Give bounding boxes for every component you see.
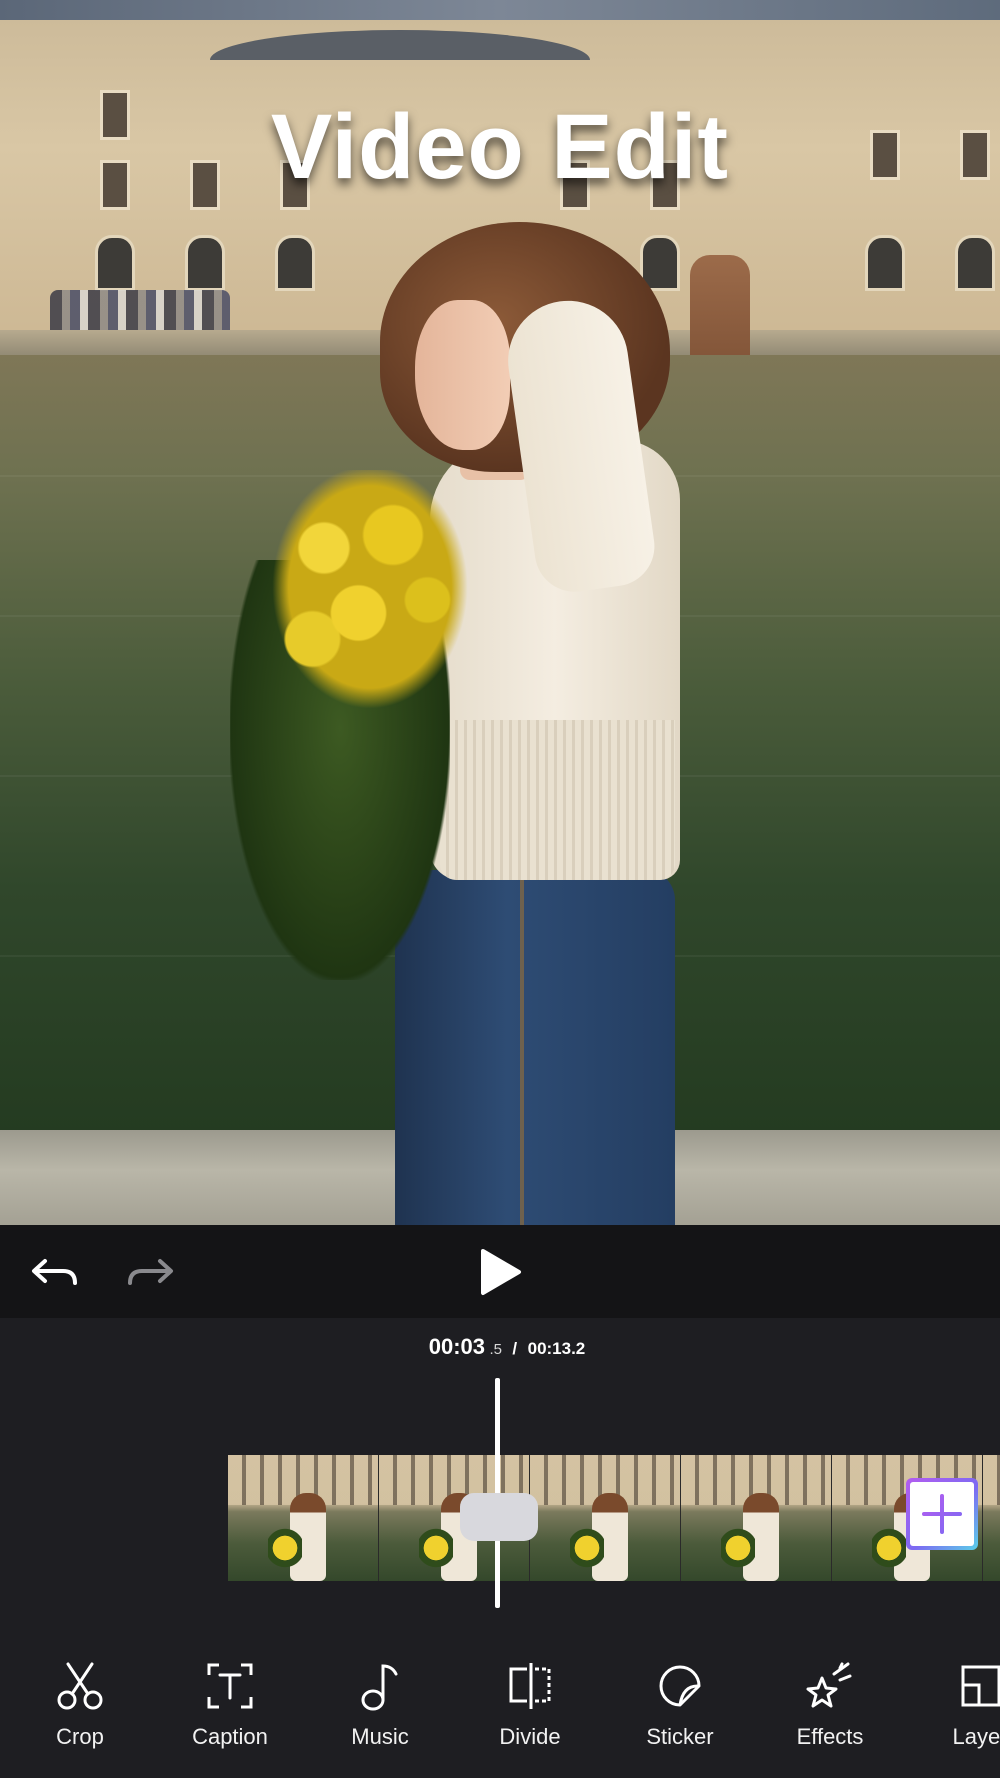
clip-frame: [983, 1455, 1000, 1581]
playhead-handle[interactable]: [460, 1493, 538, 1541]
tool-crop[interactable]: Crop: [15, 1658, 145, 1750]
undo-button[interactable]: [25, 1243, 85, 1303]
timecode: 00:03 .5 / 00:13.2: [0, 1334, 1000, 1360]
tool-effects-label: Effects: [796, 1724, 864, 1749]
plus-icon: [922, 1494, 962, 1534]
playback-controls: [0, 1225, 1000, 1318]
current-time-fraction: .5: [489, 1341, 502, 1358]
total-time: 00:13.2: [527, 1339, 586, 1358]
tool-music-label: Music: [351, 1724, 409, 1749]
tool-crop-label: Crop: [56, 1724, 104, 1749]
arched-door: [185, 235, 225, 291]
arched-door: [955, 235, 995, 291]
split-icon: [509, 1663, 551, 1709]
tool-caption[interactable]: Caption: [165, 1658, 295, 1750]
redo-button[interactable]: [120, 1243, 180, 1303]
text-box-icon: [207, 1663, 253, 1709]
play-icon: [481, 1249, 521, 1295]
woman-face: [415, 300, 510, 450]
tool-caption-label: Caption: [192, 1724, 268, 1749]
palace-roof: [210, 30, 590, 60]
overlay-title[interactable]: Video Edit: [0, 95, 1000, 200]
tool-divide[interactable]: Divide: [465, 1658, 595, 1750]
tool-music[interactable]: Music: [315, 1658, 445, 1750]
current-time: 00:03: [428, 1334, 485, 1359]
edit-toolbar: Crop Caption Music Divide Sticker Effect…: [0, 1618, 1000, 1778]
bouquet-flowers: [255, 470, 485, 730]
scissors-icon: [57, 1662, 103, 1710]
tool-layer-label: Layer: [952, 1724, 1000, 1749]
arched-door: [865, 235, 905, 291]
play-button[interactable]: [468, 1240, 532, 1304]
video-preview[interactable]: Video Edit: [0, 0, 1000, 1225]
tool-divide-label: Divide: [499, 1724, 561, 1749]
music-note-icon: [361, 1664, 398, 1711]
clip-filmstrip[interactable]: [228, 1455, 1000, 1581]
clip-frame: [681, 1455, 832, 1581]
tool-sticker-label: Sticker: [646, 1724, 714, 1749]
add-clip-button[interactable]: [906, 1478, 978, 1550]
redo-arrow-icon: [128, 1259, 173, 1285]
layer-icon: [961, 1665, 1000, 1707]
tool-effects[interactable]: Effects: [765, 1658, 895, 1750]
time-separator: /: [512, 1339, 518, 1358]
tool-sticker[interactable]: Sticker: [615, 1658, 745, 1750]
timeline[interactable]: 00:03 .5 / 00:13.2: [0, 1318, 1000, 1618]
clip-frame: [228, 1455, 379, 1581]
crowd: [50, 290, 230, 335]
sparkle-star-icon: [806, 1662, 852, 1708]
undo-arrow-icon: [32, 1259, 77, 1285]
clip-frame: [530, 1455, 681, 1581]
sticker-icon: [659, 1665, 701, 1707]
tool-layer[interactable]: Layer: [915, 1658, 1000, 1750]
arched-door: [275, 235, 315, 291]
arched-door: [95, 235, 135, 291]
